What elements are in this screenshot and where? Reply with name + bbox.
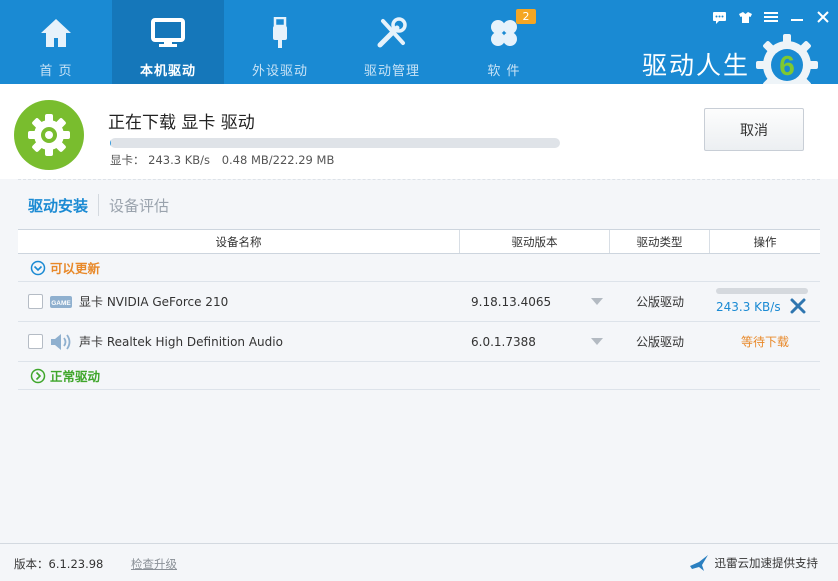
download-speed-label: 显卡： — [110, 153, 145, 167]
nav-software-label: 软 件 — [487, 64, 521, 79]
device-name: 显卡 NVIDIA GeForce 210 — [79, 295, 229, 309]
chevron-right-circle-icon — [30, 368, 46, 383]
row-checkbox[interactable] — [28, 294, 43, 309]
version-dropdown-icon[interactable] — [590, 337, 604, 347]
driver-version: 9.18.13.4065 — [471, 294, 552, 309]
nav-local-drivers-label: 本机驱动 — [139, 64, 196, 79]
group-normal-drivers-label: 正常驱动 — [50, 369, 101, 384]
tab-bar: 驱动安装 设备评估 — [18, 194, 179, 216]
download-size: 0.48 MB/222.29 MB — [221, 153, 335, 167]
status-bar: 版本：6.1.23.98 检查升级 迅雷云加速提供支持 — [0, 543, 838, 581]
xunlei-bird-icon — [689, 555, 708, 571]
group-normal-drivers[interactable]: 正常驱动 — [18, 362, 820, 390]
row-download-speed: 243.3 KB/s — [716, 299, 781, 314]
nav-driver-management-label: 驱动管理 — [363, 64, 420, 79]
nav-peripheral-drivers[interactable]: 外设驱动 — [224, 0, 336, 84]
nav-home[interactable]: 首 页 — [0, 0, 112, 84]
software-update-badge: 2 — [516, 9, 536, 24]
row-checkbox[interactable] — [28, 334, 43, 349]
download-progress-fill — [110, 138, 111, 148]
skin-icon[interactable] — [736, 8, 754, 26]
download-stats: 显卡： 243.3 KB/s 0.48 MB/222.29 MB — [110, 152, 334, 168]
svg-text:GAME: GAME — [51, 300, 71, 307]
download-speed: 243.3 KB/s — [148, 153, 211, 167]
tab-device-assessment[interactable]: 设备评估 — [99, 195, 179, 216]
nav-peripheral-drivers-label: 外设驱动 — [251, 64, 308, 79]
window-controls — [710, 8, 832, 26]
game-card-icon: GAME — [49, 293, 73, 311]
header-driver-type: 驱动类型 — [610, 230, 710, 253]
top-bar: 首 页 本机驱动 外设驱动 驱动管理 软 件 2 驱动人生 6 — [0, 0, 838, 96]
close-icon[interactable] — [814, 8, 832, 26]
operation-cell: 243.3 KB/s — [710, 282, 820, 322]
operation-cell: 等待下载 — [710, 322, 820, 362]
driver-type: 公版驱动 — [635, 295, 684, 309]
chevron-down-circle-icon — [30, 260, 46, 275]
header-operation: 操作 — [753, 234, 777, 249]
group-updatable[interactable]: 可以更新 — [18, 254, 820, 282]
download-status-panel: 正在下载 显卡 驱动 显卡： 243.3 KB/s 0.48 MB/222.29… — [0, 84, 838, 179]
monitor-icon — [150, 16, 186, 50]
driver-type: 公版驱动 — [635, 335, 684, 349]
table-header: 设备名称 驱动版本 驱动类型 操作 — [18, 229, 820, 254]
download-progress-bar — [110, 138, 560, 148]
main-nav: 首 页 本机驱动 外设驱动 驱动管理 软 件 — [0, 0, 560, 84]
minimize-icon[interactable] — [788, 8, 806, 26]
feedback-icon[interactable] — [710, 8, 728, 26]
nav-local-drivers[interactable]: 本机驱动 — [112, 0, 224, 84]
row-progress-bar — [716, 287, 808, 294]
cancel-download-button[interactable]: 取消 — [704, 108, 804, 151]
brand-logo-number: 6 — [779, 50, 795, 81]
tools-icon — [374, 16, 410, 50]
check-update-link[interactable]: 检查升级 — [131, 556, 177, 572]
download-title: 正在下载 显卡 驱动 — [108, 113, 255, 133]
home-icon — [38, 16, 74, 50]
header-device-name: 设备名称 — [18, 230, 460, 253]
menu-icon[interactable] — [762, 8, 780, 26]
cancel-row-icon[interactable] — [790, 298, 806, 314]
app-version: 版本：6.1.23.98 — [14, 557, 104, 571]
download-gear-icon — [14, 100, 84, 170]
nav-home-label: 首 页 — [39, 64, 73, 79]
table-row: GAME 显卡 NVIDIA GeForce 210 9.18.13.4065 … — [18, 282, 820, 322]
brand-name: 驱动人生 — [642, 51, 751, 80]
nav-software[interactable]: 软 件 — [448, 0, 560, 84]
driver-version: 6.0.1.7388 — [471, 334, 536, 349]
nav-driver-management[interactable]: 驱动管理 — [336, 0, 448, 84]
divider — [18, 179, 820, 180]
header-driver-version: 驱动版本 — [460, 230, 610, 253]
waiting-status: 等待下载 — [740, 335, 789, 349]
usb-icon — [262, 16, 298, 50]
accel-credit-text: 迅雷云加速提供支持 — [714, 556, 819, 570]
driver-table: 设备名称 驱动版本 驱动类型 操作 可以更新 GAME 显卡 NVIDIA Ge… — [18, 229, 820, 390]
device-name: 声卡 Realtek High Definition Audio — [79, 335, 283, 349]
group-updatable-label: 可以更新 — [50, 261, 101, 276]
tab-driver-install[interactable]: 驱动安装 — [18, 195, 98, 216]
version-dropdown-icon[interactable] — [590, 297, 604, 307]
accel-credit: 迅雷云加速提供支持 — [689, 554, 819, 572]
speaker-icon — [49, 333, 73, 351]
table-row: 声卡 Realtek High Definition Audio 6.0.1.7… — [18, 322, 820, 362]
